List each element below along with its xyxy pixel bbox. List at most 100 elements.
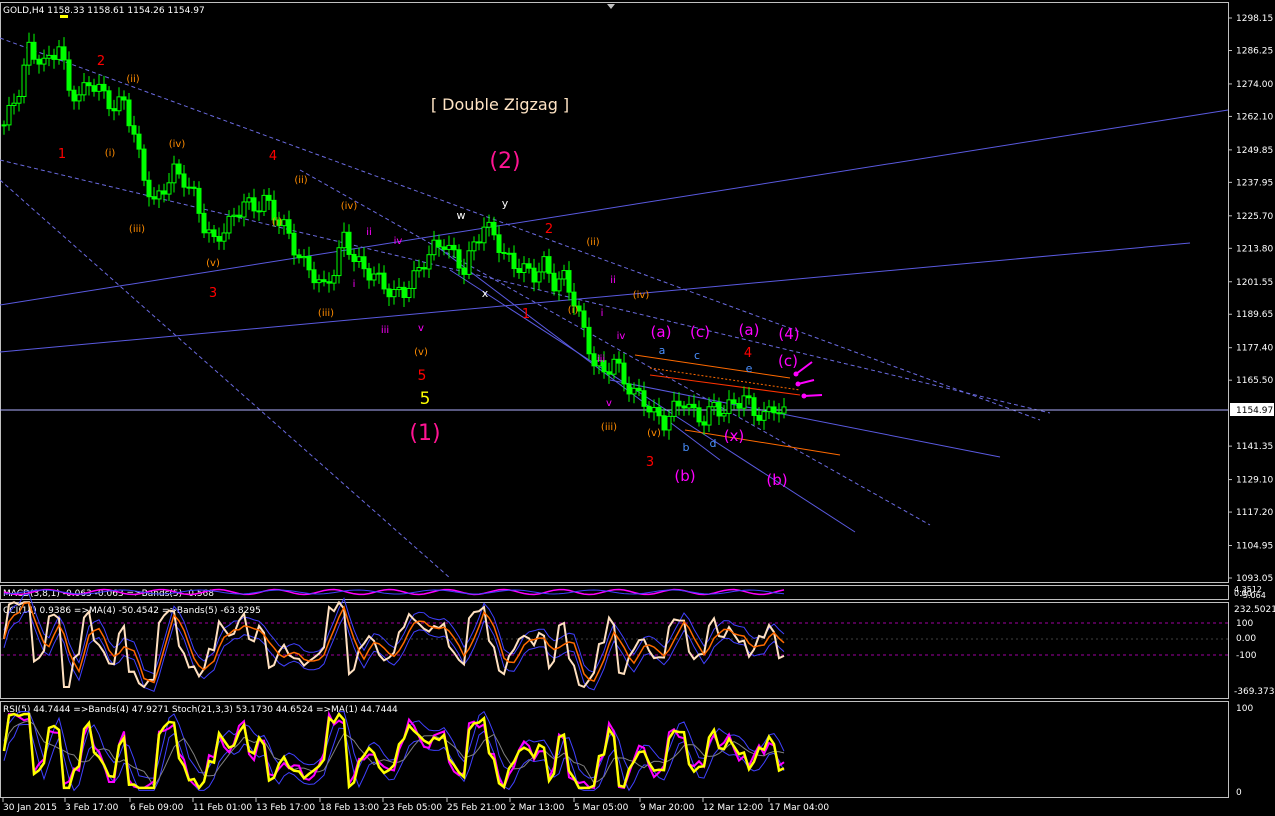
- wave-label: x: [482, 287, 489, 300]
- wave-label: [ Double Zigzag ]: [431, 95, 569, 114]
- wave-label: a: [659, 344, 666, 357]
- candle-body: [126, 99, 132, 127]
- wave-label: 5: [420, 389, 431, 409]
- wave-label: (a): [739, 321, 760, 339]
- wave-label: (i): [105, 148, 116, 159]
- price-tick-label: 1274.00: [1236, 80, 1273, 90]
- candle-body: [196, 187, 202, 214]
- candle-body: [466, 250, 472, 275]
- time-tick-label: 18 Feb 13:00: [320, 803, 379, 813]
- candle-body: [266, 194, 272, 201]
- candle-body: [641, 390, 647, 407]
- candle-body: [701, 421, 707, 426]
- candle-body: [51, 54, 57, 60]
- candle-body: [216, 236, 222, 242]
- candle-body: [531, 267, 537, 283]
- candle-body: [286, 219, 292, 234]
- candle-body: [261, 194, 267, 212]
- price-tick-label: 1201.55: [1236, 278, 1273, 288]
- candle-body: [396, 286, 402, 291]
- candle-body: [346, 231, 352, 255]
- wave-label: (2): [489, 149, 520, 174]
- arrow-marker[interactable]: [803, 394, 823, 397]
- wave-label: 3: [209, 286, 217, 301]
- candle-body: [546, 256, 552, 274]
- candle-body: [461, 267, 467, 275]
- wave-label: 1: [58, 147, 66, 162]
- candle-body: [391, 289, 397, 298]
- candle-body: [406, 287, 412, 298]
- candle-body: [651, 407, 657, 413]
- wave-label: (ii): [294, 175, 307, 186]
- candle-body: [221, 232, 227, 242]
- candle-body: [106, 90, 112, 110]
- wave-label: 4: [269, 149, 277, 164]
- candle-body: [521, 263, 527, 274]
- candle-body: [481, 226, 487, 244]
- candle-body: [141, 148, 147, 181]
- candle-body: [426, 254, 432, 270]
- candle-body: [191, 186, 197, 189]
- candle-body: [281, 219, 287, 227]
- candle-body: [256, 210, 262, 213]
- time-tick-label: 11 Feb 01:00: [193, 803, 252, 813]
- candle-body: [711, 401, 717, 408]
- candle-body: [771, 406, 777, 414]
- macd-tick-bottom: -5.064: [1240, 591, 1266, 600]
- wave-label: (a): [651, 323, 672, 341]
- arrow-head: [795, 381, 801, 387]
- cci-header: CCI(14) 0.9386 =>MA(4) -50.4542 =>Bands(…: [3, 606, 261, 616]
- candle-body: [581, 310, 587, 328]
- candle-body: [736, 403, 742, 409]
- candle-body: [586, 326, 592, 355]
- candle-body: [366, 268, 372, 281]
- period-separator-marker: [60, 15, 68, 18]
- candle-body: [1, 124, 7, 127]
- candle-body: [776, 412, 782, 415]
- candle-body: [756, 414, 762, 421]
- candle-body: [731, 399, 737, 405]
- candle-body: [616, 358, 622, 364]
- wave-label: iv: [394, 236, 403, 247]
- candle-body: [721, 412, 727, 417]
- candle-body: [326, 281, 332, 284]
- candle-body: [361, 256, 367, 270]
- candle-body: [421, 267, 427, 270]
- price-tick-label: 1104.95: [1236, 542, 1273, 552]
- candle-body: [541, 256, 547, 273]
- candle-body: [376, 272, 382, 275]
- wave-label: (v): [414, 347, 428, 358]
- arrow-head: [793, 371, 799, 377]
- wave-label: iii: [597, 354, 605, 365]
- wave-label: e: [746, 362, 753, 375]
- wave-label: i: [601, 308, 604, 319]
- candle-body: [676, 400, 682, 407]
- candle-body: [171, 163, 177, 184]
- cci-pane: [0, 602, 1229, 699]
- wave-label: (iii): [601, 422, 617, 433]
- wave-label: (i): [568, 305, 579, 316]
- candle-body: [341, 231, 347, 249]
- candle-body: [41, 57, 47, 65]
- candle-body: [501, 251, 507, 254]
- candle-body: [571, 291, 577, 307]
- time-tick-label: 13 Feb 17:00: [256, 803, 315, 813]
- price-tick-label: 1213.80: [1236, 244, 1273, 254]
- candle-body: [371, 273, 377, 281]
- candle-body: [556, 278, 562, 292]
- wave-label: (iii): [318, 308, 334, 319]
- wave-label: (iv): [341, 201, 358, 212]
- candle-body: [176, 163, 182, 175]
- candle-body: [511, 252, 517, 270]
- candle-body: [151, 196, 157, 200]
- candle-body: [131, 125, 137, 135]
- current-price-label: 1154.97: [1236, 406, 1273, 416]
- cci-tick-100: 100: [1236, 619, 1253, 629]
- candle-body: [101, 83, 107, 92]
- candle-body: [606, 371, 612, 375]
- candle-body: [331, 275, 337, 284]
- candle-body: [201, 212, 207, 234]
- price-tick-label: 1262.10: [1236, 112, 1273, 122]
- wave-label: (b): [766, 471, 787, 489]
- candle-body: [301, 256, 307, 259]
